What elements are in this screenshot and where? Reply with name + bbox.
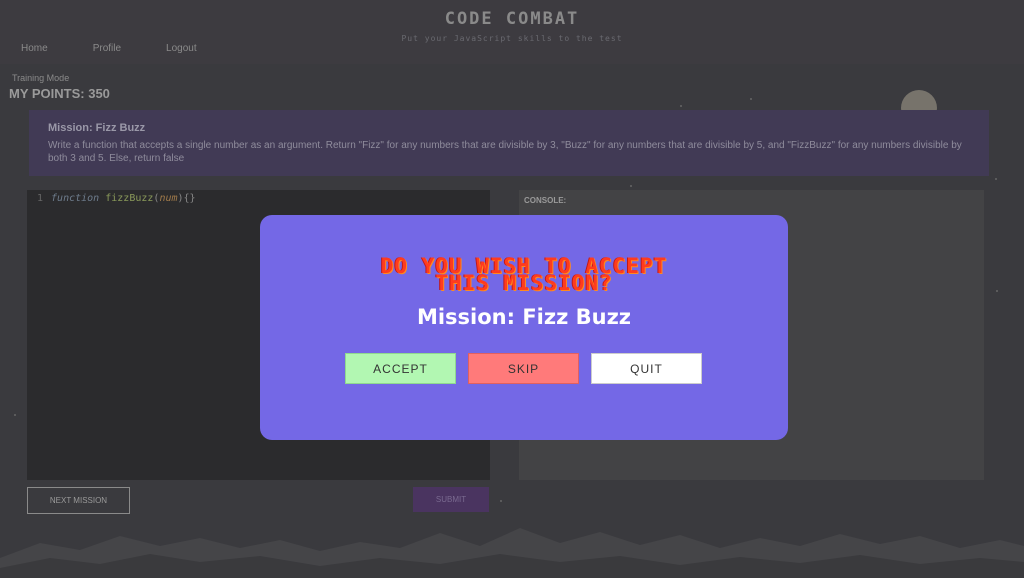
nav-home-link[interactable]: Home [21,43,48,54]
points-counter: MY POINTS: 350 [9,86,110,101]
mission-panel: Mission: Fizz Buzz Write a function that… [29,110,989,176]
console-label: CONSOLE: [524,196,567,205]
mode-label: Training Mode [12,73,70,83]
code-argument: num [159,193,178,204]
line-number: 1 [37,193,44,204]
site-title: CODE COMBAT [444,9,580,29]
accept-button[interactable]: ACCEPT [345,353,456,384]
code-line[interactable]: 1 function fizzBuzz(num){} [37,193,196,204]
mission-accept-modal: DO YOU WISH TO ACCEPT THIS MISSION? Miss… [260,215,788,440]
code-keyword: function [51,193,100,204]
modal-heading: DO YOU WISH TO ACCEPT THIS MISSION? [260,256,788,295]
site-header: CODE COMBAT Put your JavaScript skills t… [0,0,1024,64]
nav-logout-link[interactable]: Logout [166,43,197,54]
nav-profile-link[interactable]: Profile [93,43,121,54]
code-function-name: fizzBuzz [105,193,154,204]
mission-description: Write a function that accepts a single n… [48,140,962,164]
modal-mission-title: Mission: Fizz Buzz [416,305,632,329]
modal-heading-line2: THIS MISSION? [435,271,613,295]
code-close: ){} [177,193,196,204]
mountain-silhouette [0,528,1024,578]
site-tagline: Put your JavaScript skills to the test [401,34,623,43]
mission-title: Mission: Fizz Buzz [48,122,146,134]
main-nav: Home Profile Logout [21,43,242,54]
skip-button[interactable]: SKIP [468,353,579,384]
quit-button[interactable]: QUIT [591,353,702,384]
